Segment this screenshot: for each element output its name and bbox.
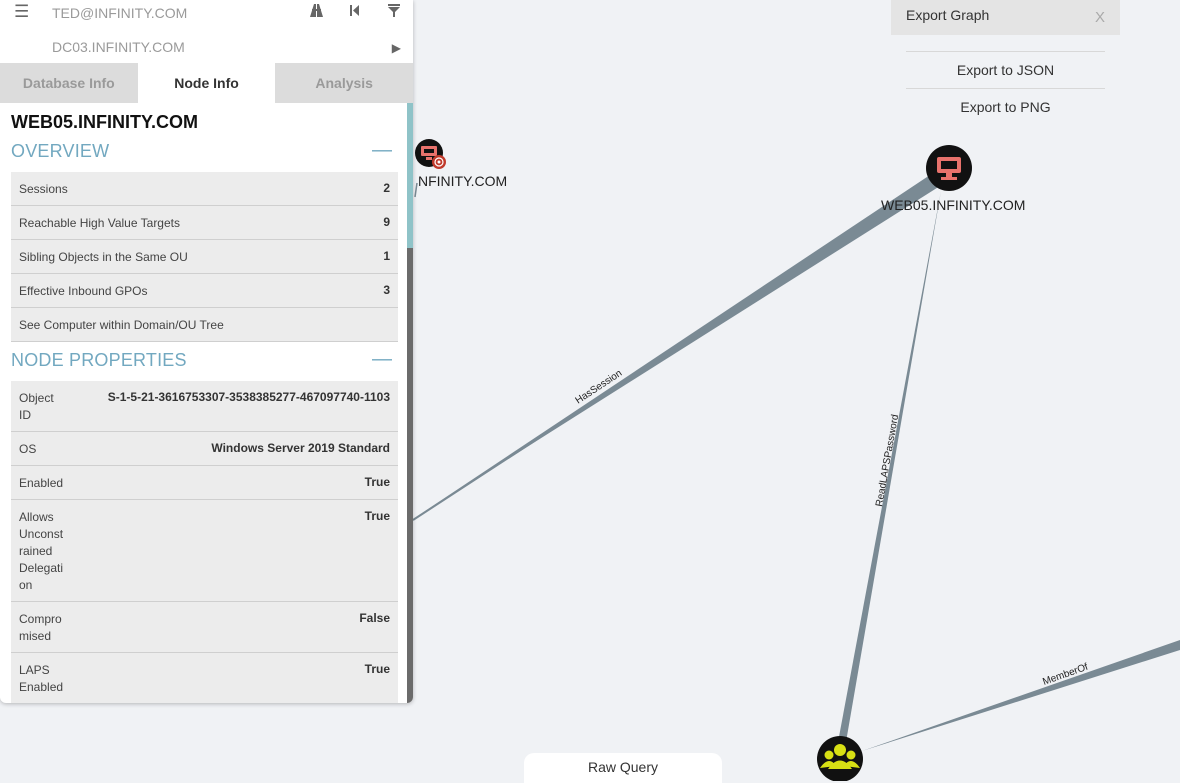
row-value: 9 — [383, 215, 390, 229]
tab-node-info[interactable]: Node Info — [137, 63, 276, 103]
row-label: Object ID — [19, 391, 54, 422]
node-title: WEB05.INFINITY.COM — [11, 112, 199, 132]
target-icon — [432, 155, 446, 169]
overview-row-sessions[interactable]: Sessions 2 — [11, 172, 398, 206]
overview-row-inbound-gpos[interactable]: Effective Inbound GPOs 3 — [11, 274, 398, 308]
row-value: Windows Server 2019 Standard — [211, 441, 390, 455]
edge-hassession-line — [412, 179, 936, 521]
hamburger-icon[interactable]: ☰ — [14, 2, 29, 22]
tab-database-info[interactable]: Database Info — [0, 63, 138, 103]
panel-tabs: Database Info Node Info Analysis — [0, 63, 413, 103]
pathfinding-icon[interactable] — [308, 2, 325, 23]
row-label: OS — [19, 442, 37, 456]
row-value: 2 — [383, 181, 390, 195]
start-node-search[interactable]: ☰ TED@INFINITY.COM — [0, 0, 413, 34]
node-group[interactable] — [817, 736, 863, 781]
property-row-os: OS Windows Server 2019 Standard — [11, 432, 398, 466]
row-value: S-1-5-21-3616753307-3538385277-467097740… — [107, 390, 390, 404]
export-graph-header: Export Graph X — [891, 0, 1120, 35]
filter-icon[interactable] — [387, 2, 401, 23]
row-value: False — [359, 611, 390, 625]
row-value: 3 — [383, 283, 390, 297]
row-label: See Computer within Domain/OU Tree — [19, 318, 224, 332]
collapse-icon[interactable]: — — [372, 139, 392, 162]
property-row-unconstrained-delegation: Allows Unconst rained Delegati on True — [11, 500, 398, 602]
property-row-laps-enabled: LAPS Enabled True — [11, 653, 398, 703]
node-properties-rows: Object ID S-1-5-21-3616753307-3538385277… — [11, 381, 398, 703]
node-properties-header[interactable]: NODE PROPERTIES — — [11, 348, 398, 376]
node-computer-small[interactable] — [415, 139, 446, 169]
property-row-compromised: Compro mised False — [11, 602, 398, 653]
collapse-icon[interactable]: — — [372, 348, 392, 371]
node-label-web05: WEB05.INFINITY.COM — [881, 197, 1026, 213]
left-panel: ☰ TED@INFINITY.COM DC03.INFINITY.COM ▶ D… — [0, 0, 413, 703]
export-graph-title: Export Graph — [906, 7, 990, 23]
edge-memberof[interactable] — [862, 640, 1180, 751]
row-label: Allows Unconst rained Delegati on — [19, 510, 64, 592]
raw-query-toggle[interactable]: Raw Query — [524, 753, 722, 783]
overview-row-domain-ou-tree[interactable]: See Computer within Domain/OU Tree — [11, 308, 398, 342]
row-value: True — [364, 662, 390, 676]
row-value: True — [364, 475, 390, 489]
property-row-enabled: Enabled True — [11, 466, 398, 500]
export-json-button[interactable]: Export to JSON — [906, 51, 1105, 89]
row-label: Compro mised — [19, 612, 62, 643]
play-icon[interactable]: ▶ — [392, 41, 401, 55]
row-label: Sessions — [19, 182, 68, 196]
property-row-object-id: Object ID S-1-5-21-3616753307-3538385277… — [11, 381, 398, 432]
row-label: LAPS Enabled — [19, 663, 64, 694]
export-png-button[interactable]: Export to PNG — [906, 88, 1105, 126]
node-label-small: NFINITY.COM — [418, 173, 508, 189]
close-icon[interactable]: X — [1095, 9, 1105, 26]
overview-row-high-value-targets[interactable]: Reachable High Value Targets 9 — [11, 206, 398, 240]
node-info-content[interactable]: WEB05.INFINITY.COM OVERVIEW — Sessions 2… — [0, 103, 413, 703]
start-node-input[interactable]: TED@INFINITY.COM — [52, 5, 187, 21]
row-label: Effective Inbound GPOs — [19, 284, 148, 298]
overview-header[interactable]: OVERVIEW — — [11, 139, 398, 167]
row-value: 1 — [383, 249, 390, 263]
overview-row-sibling-objects[interactable]: Sibling Objects in the Same OU 1 — [11, 240, 398, 274]
tab-analysis[interactable]: Analysis — [275, 63, 413, 103]
row-label: Sibling Objects in the Same OU — [19, 250, 188, 264]
row-value: True — [364, 509, 390, 523]
overview-title: OVERVIEW — [11, 141, 110, 161]
row-label: Reachable High Value Targets — [19, 216, 180, 230]
row-label: Enabled — [19, 476, 64, 490]
export-graph-dialog: Export Graph X Export to JSON Export to … — [891, 0, 1120, 128]
node-web05[interactable] — [926, 145, 972, 191]
scrollbar-thumb[interactable] — [407, 103, 413, 248]
node-properties-title: NODE PROPERTIES — [11, 350, 187, 370]
back-icon[interactable] — [348, 2, 361, 23]
overview-rows: Sessions 2 Reachable High Value Targets … — [11, 172, 398, 342]
end-node-input[interactable]: DC03.INFINITY.COM — [52, 39, 185, 55]
